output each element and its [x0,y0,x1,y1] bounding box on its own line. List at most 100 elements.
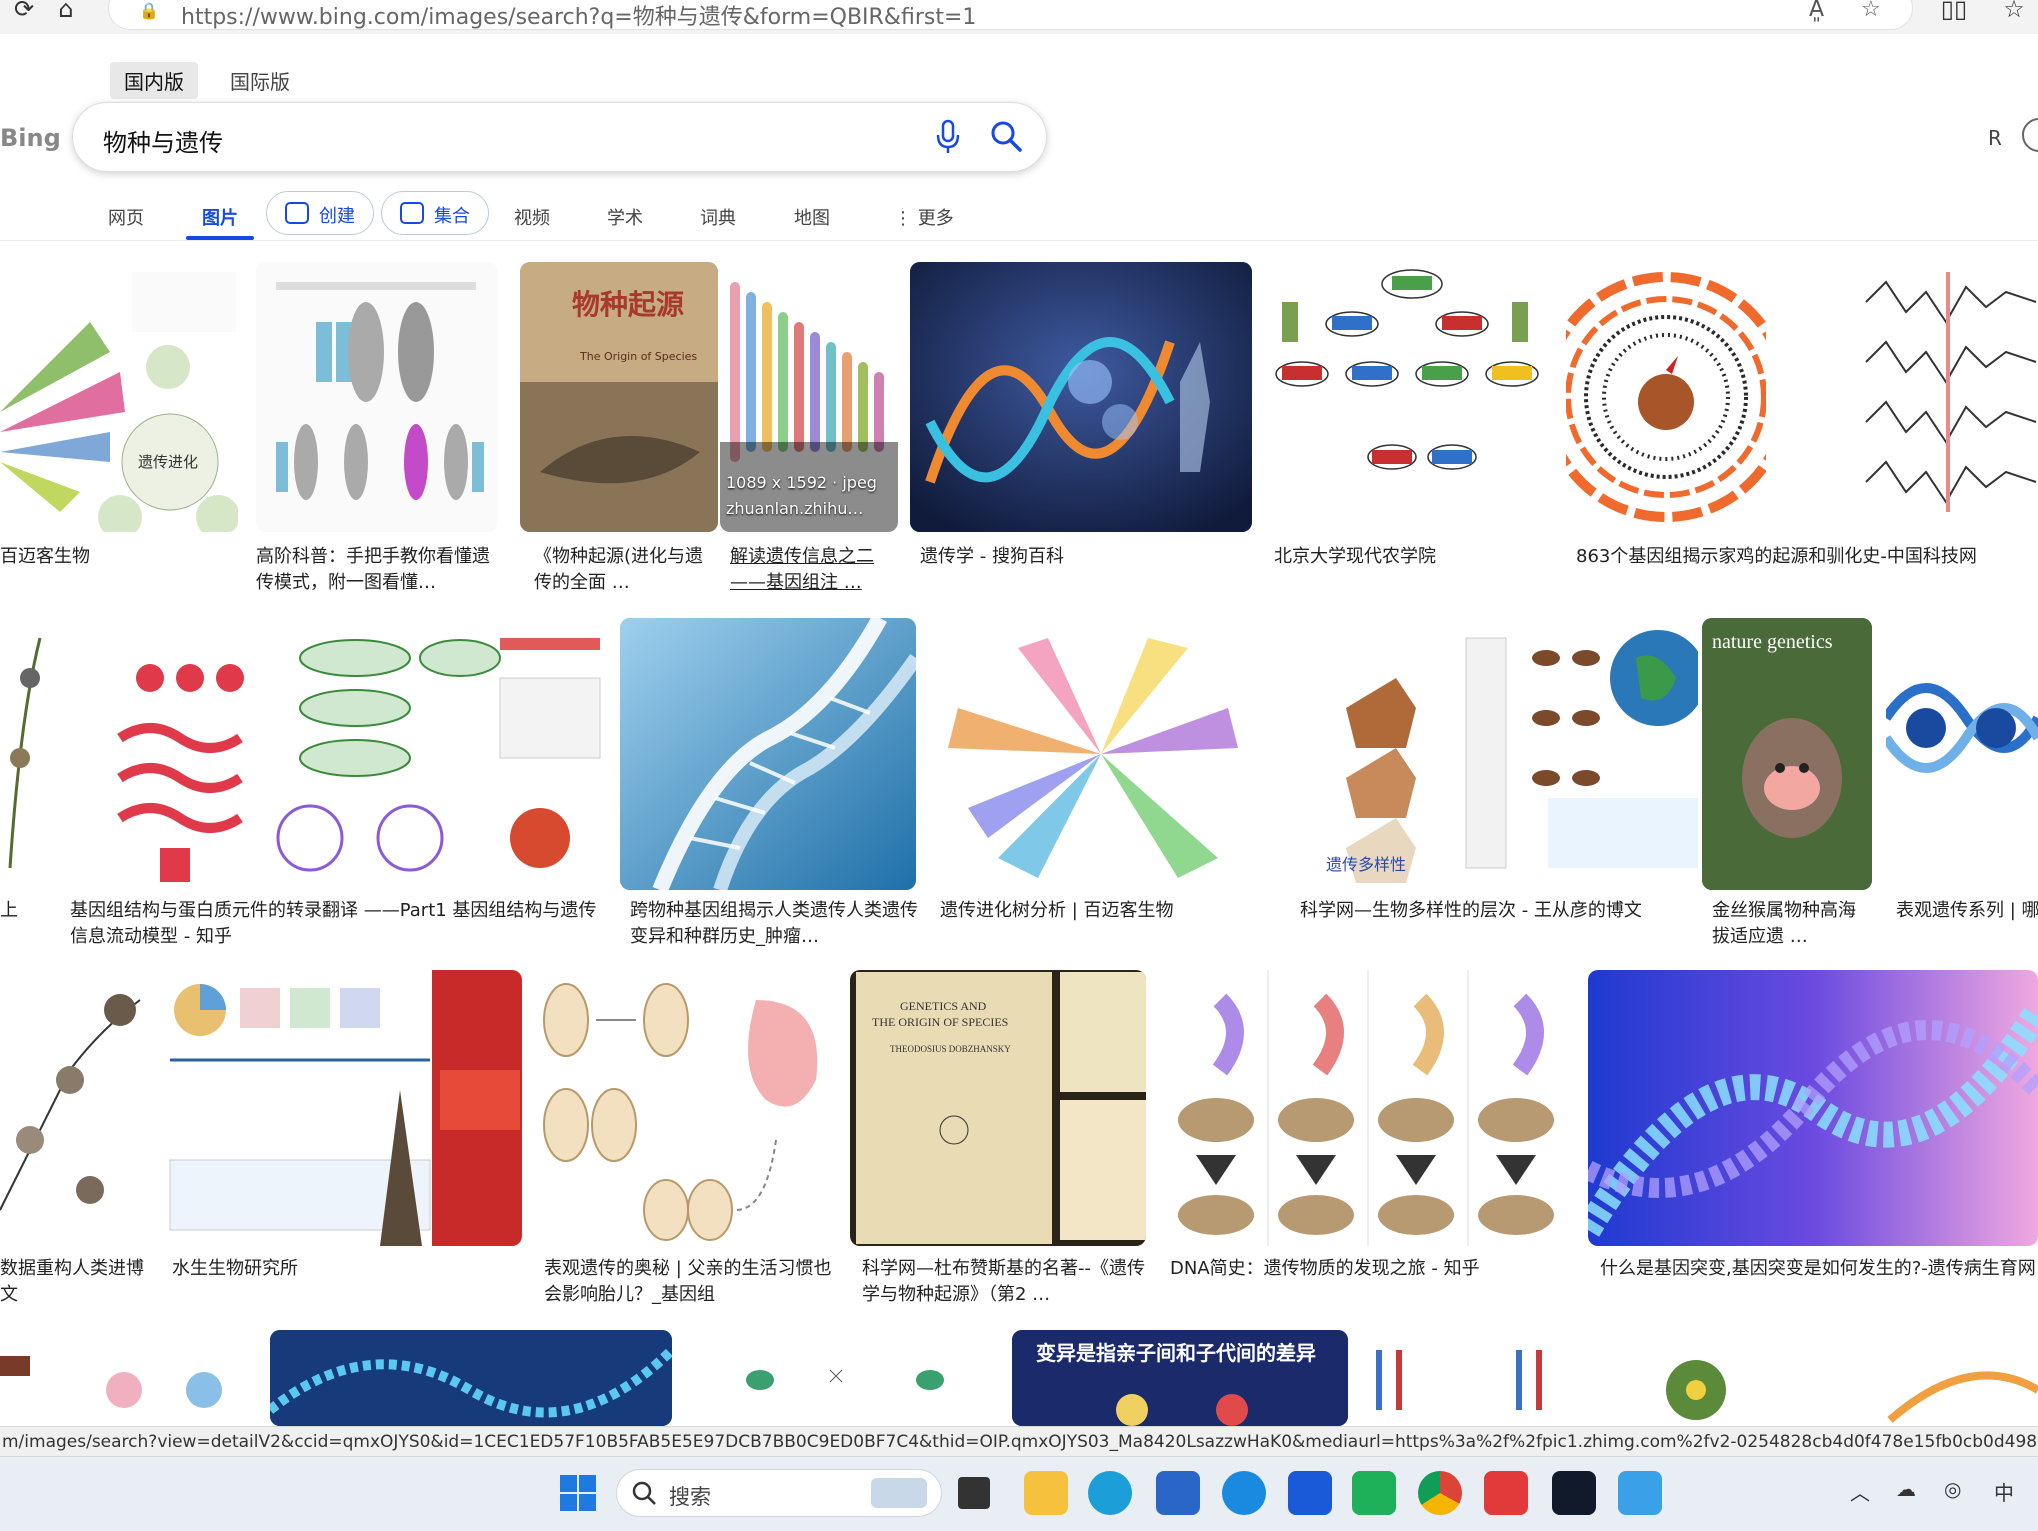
search-icon[interactable] [989,119,1023,153]
result-caption[interactable]: 表观遗传的奥秘 | 父亲的生活习惯也会影响胎儿？_基因组 [544,1256,834,1308]
url-field[interactable]: 🔒 https://www.bing.com/images/search?q=物… [108,0,1913,30]
tab-videos[interactable]: 视频 [506,198,558,236]
result-caption[interactable]: 基因组结构与蛋白质元件的转录翻译 ——Part1 基因组结构与遗传信息流动模型 … [70,898,600,950]
tab-more[interactable]: ⋮ 更多 [886,198,962,236]
search-input[interactable]: 物种与遗传 [103,123,223,158]
image-result[interactable] [0,970,148,1246]
result-caption[interactable]: 北京大学现代农学院 [1274,544,1554,570]
audio-app-icon[interactable] [1552,1471,1596,1515]
app-blue-icon[interactable] [1288,1471,1332,1515]
refresh-icon[interactable]: ⟳ [6,0,42,22]
result-caption[interactable]: 上 [0,898,50,924]
wps-icon[interactable] [1484,1471,1528,1515]
result-caption[interactable]: 高阶科普：手把手教你看懂遗传模式，附一图看懂… [256,544,496,596]
taskbar-search[interactable]: 搜索 [616,1469,942,1517]
image-result[interactable]: 物种起源 The Origin of Species [520,262,718,532]
split-screen-icon[interactable]: ▯▯ [1936,0,1972,22]
image-result[interactable]: 遗传多样性 [1286,618,1698,890]
image-result[interactable] [1770,1330,2038,1426]
image-size: 1089 x 1592 · jpeg [726,473,877,492]
image-result[interactable]: 变异是指亲子间和子代间的差异 [1012,1330,1348,1426]
result-thumbnail: 变异是指亲子间和子代间的差异 [1012,1330,1348,1426]
home-icon[interactable]: ⌂ [48,0,84,22]
image-result[interactable]: nature genetics [1702,618,1872,890]
image-result[interactable] [1886,618,2038,890]
tab-collections[interactable]: 集合 [381,191,489,235]
image-result[interactable] [1262,262,1554,532]
windows-start-icon[interactable] [556,1471,600,1515]
ime-indicator[interactable]: 中 [1994,1477,2014,1506]
read-aloud-icon[interactable]: A͈ [1809,0,1824,22]
image-result[interactable] [620,618,916,890]
app-green-icon[interactable] [1352,1471,1396,1515]
result-caption[interactable]: 什么是基因突变,基因突变是如何发生的?-遗传病生育网 [1600,1256,2038,1282]
result-caption[interactable]: 金丝猴属物种高海拔适应遗 … [1712,898,1872,950]
chrome-icon[interactable] [1418,1471,1462,1515]
result-thumbnail: GENETICS AND THE ORIGIN OF SPECIES THEOD… [856,972,1146,1244]
image-result[interactable] [1356,1330,1752,1426]
scope-tab-domestic[interactable]: 国内版 [110,62,198,99]
edge-browser-icon[interactable] [1088,1471,1132,1515]
image-result[interactable] [270,1330,672,1426]
scope-tab-international[interactable]: 国际版 [216,62,304,99]
notepad-icon[interactable] [1618,1471,1662,1515]
image-result[interactable] [928,618,1274,890]
store-icon[interactable] [1156,1471,1200,1515]
image-result[interactable] [680,1330,1004,1426]
image-result[interactable]: 遗传进化 [0,262,238,532]
tab-create[interactable]: 创建 [266,191,374,235]
tab-dictionary[interactable]: 词典 [692,198,744,236]
tab-web[interactable]: 网页 [100,198,152,236]
search-box[interactable]: 物种与遗传 [72,102,1047,172]
result-caption[interactable]: 《物种起源(进化与遗传的全面 … [534,544,714,596]
result-caption[interactable]: 遗传学 - 搜狗百科 [920,544,1250,570]
image-result[interactable] [910,262,1252,532]
image-result[interactable] [1160,970,1576,1246]
book2-author: THEODOSIUS DOBZHANSKY [890,1044,1011,1054]
image-result[interactable] [0,1330,60,1426]
result-thumbnail [1275,269,1539,470]
tab-maps[interactable]: 地图 [786,198,838,236]
image-result[interactable] [1588,970,2038,1246]
image-result[interactable]: GENETICS AND THE ORIGIN OF SPECIES THEOD… [850,970,1146,1246]
link-preview-url: m/images/search?view=detailV2&ccid=qmxOJ… [0,1426,2038,1456]
image-result[interactable] [74,1330,260,1426]
microphone-icon[interactable] [935,119,961,155]
result-caption[interactable]: 遗传进化树分析 | 百迈客生物 [940,898,1270,924]
image-result[interactable] [160,970,522,1246]
tab-academic[interactable]: 学术 [599,198,651,236]
result-caption[interactable]: 水生生物研究所 [172,1256,512,1282]
image-result[interactable] [70,618,604,890]
profile-initial[interactable]: R [1988,126,2002,150]
task-view-icon[interactable] [958,1477,990,1509]
book2-line1: GENETICS AND [900,999,987,1013]
result-caption[interactable]: DNA简史：遗传物质的发现之旅 - 知乎 [1170,1256,1570,1282]
favorites-icon[interactable]: ☆ [1996,0,2032,22]
chevron-up-icon[interactable]: ︿ [1850,1477,1870,1506]
image-result[interactable] [1846,262,2038,532]
avatar[interactable] [2022,118,2038,152]
tab-images[interactable]: 图片 [194,198,246,236]
result-caption[interactable]: 863个基因组揭示家鸡的起源和驯化史-中国科技网 [1576,544,2036,570]
favorite-star-icon[interactable]: ☆ [1861,0,1881,22]
result-caption[interactable]: 表观遗传系列 | 哪 [1896,898,2038,924]
file-explorer-icon[interactable] [1024,1471,1068,1515]
image-result[interactable] [0,618,50,890]
image-result[interactable] [1566,262,1766,532]
result-caption[interactable]: 科学网—杜布赞斯基的名著--《遗传学与物种起源》（第2 … [862,1256,1148,1308]
image-result[interactable] [256,262,498,532]
result-caption[interactable]: 科学网—生物多样性的层次 - 王从彦的博文 [1300,898,1700,924]
tray-app-icon[interactable]: ◎ [1944,1477,1961,1501]
result-caption[interactable]: 解读遗传信息之二——基因组注 … [730,544,892,596]
result-caption[interactable]: 数据重构人类进博文 [0,1256,146,1308]
bing-logo[interactable]: Bing [0,124,61,152]
ie-icon[interactable] [1222,1471,1266,1515]
cloud-icon[interactable]: ☁ [1896,1477,1916,1501]
result-thumbnail [117,638,601,882]
more-dots-icon: ⋮ [894,208,918,229]
result-caption[interactable]: 百迈客生物 [0,544,238,570]
search-highlight-icon [871,1478,927,1508]
image-result[interactable] [536,970,842,1246]
image-result[interactable]: 1089 x 1592 · jpeg zhuanlan.zhihu… [720,262,898,532]
result-caption[interactable]: 跨物种基因组揭示人类遗传人类遗传变异和种群历史_肿瘤… [630,898,920,950]
